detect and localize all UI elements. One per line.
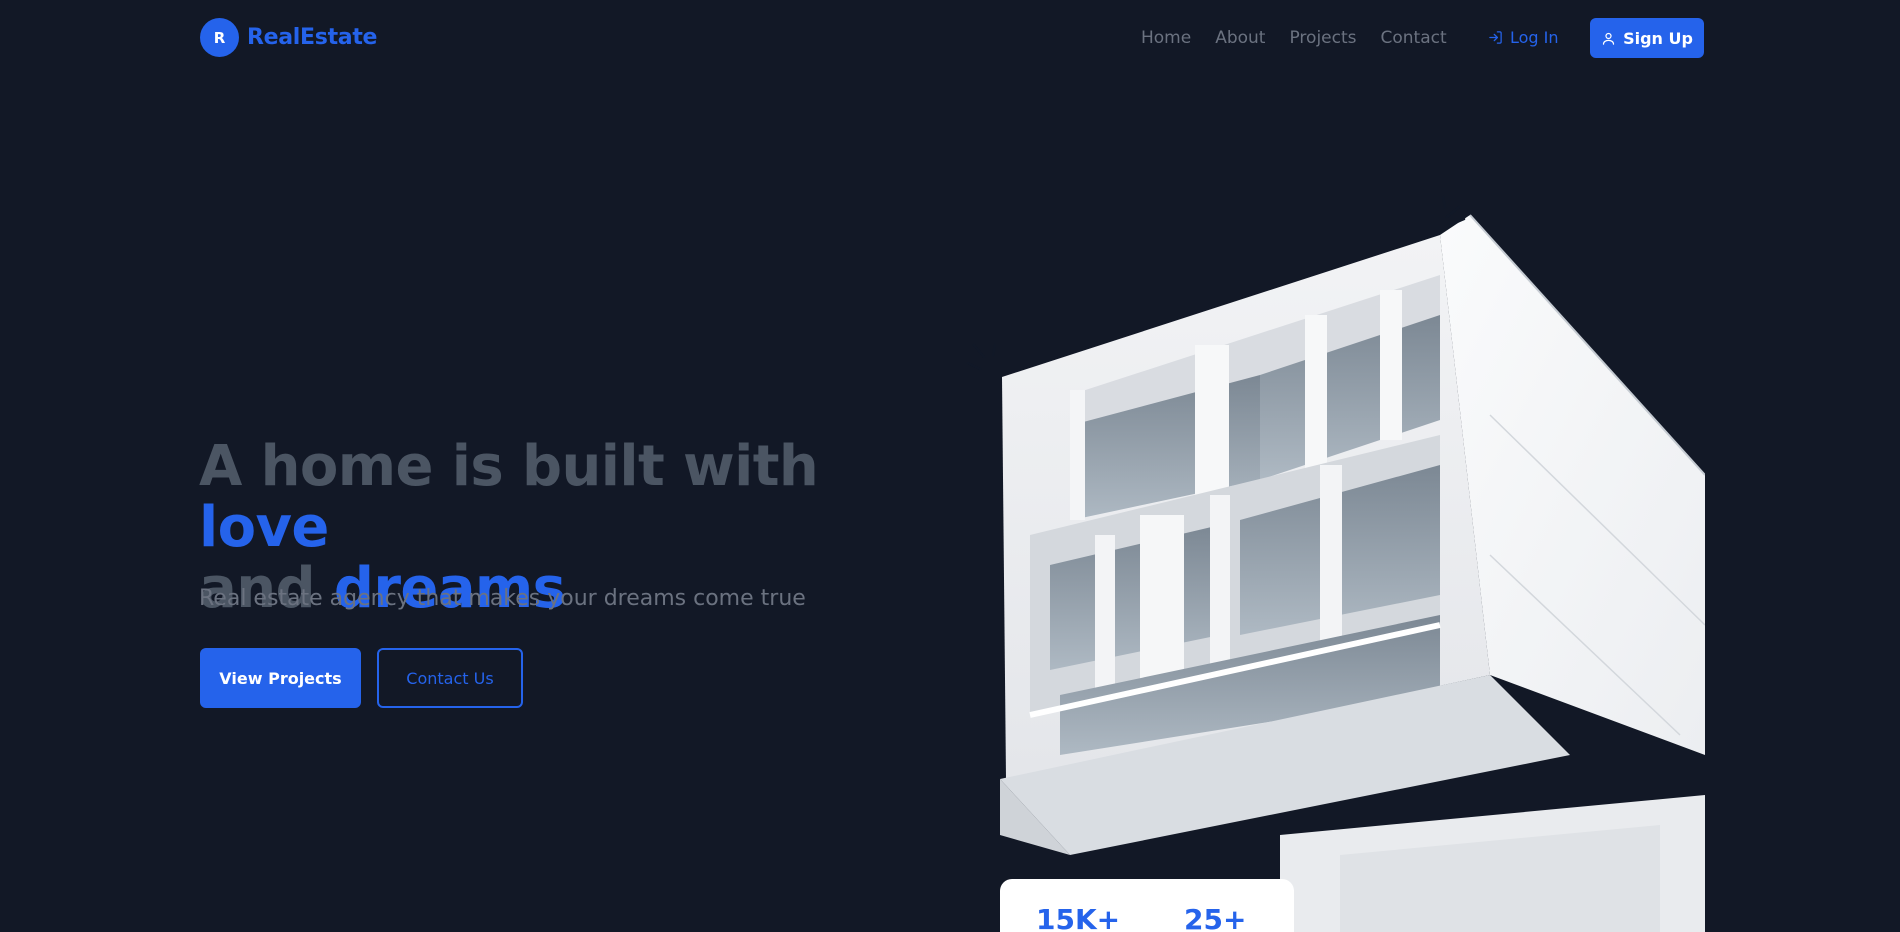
login-label: Log In bbox=[1510, 28, 1559, 47]
hero-title-part1: A home is built with bbox=[199, 434, 819, 499]
login-button[interactable]: Log In bbox=[1488, 28, 1559, 47]
nav-link-projects[interactable]: Projects bbox=[1289, 28, 1356, 48]
stat-value-projects: 15K+ bbox=[1036, 903, 1121, 932]
nav-link-home[interactable]: Home bbox=[1141, 28, 1191, 48]
top-navbar: R RealEstate Home About Projects Contact… bbox=[0, 0, 1900, 77]
hero-title-accent-love: love bbox=[199, 495, 329, 560]
stats-card: 15K+ 25+ bbox=[1000, 879, 1294, 932]
building-image bbox=[966, 195, 1705, 932]
nav-link-contact[interactable]: Contact bbox=[1381, 28, 1447, 48]
signup-label: Sign Up bbox=[1623, 28, 1693, 48]
hero-subtitle: Real estate agency that makes your dream… bbox=[199, 586, 806, 611]
nav-links: Home About Projects Contact bbox=[1141, 28, 1471, 48]
stat-value-years: 25+ bbox=[1184, 903, 1247, 932]
user-icon bbox=[1602, 32, 1615, 45]
login-arrow-icon bbox=[1489, 31, 1502, 44]
contact-us-button[interactable]: Contact Us bbox=[377, 648, 523, 708]
nav-link-about[interactable]: About bbox=[1215, 28, 1265, 48]
view-projects-button[interactable]: View Projects bbox=[200, 648, 361, 708]
brand-name: RealEstate bbox=[247, 25, 378, 50]
brand-logo[interactable]: R RealEstate bbox=[200, 18, 377, 57]
brand-badge: R bbox=[200, 18, 239, 57]
signup-button[interactable]: Sign Up bbox=[1590, 18, 1704, 58]
landing-page: R RealEstate Home About Projects Contact… bbox=[0, 0, 1900, 932]
